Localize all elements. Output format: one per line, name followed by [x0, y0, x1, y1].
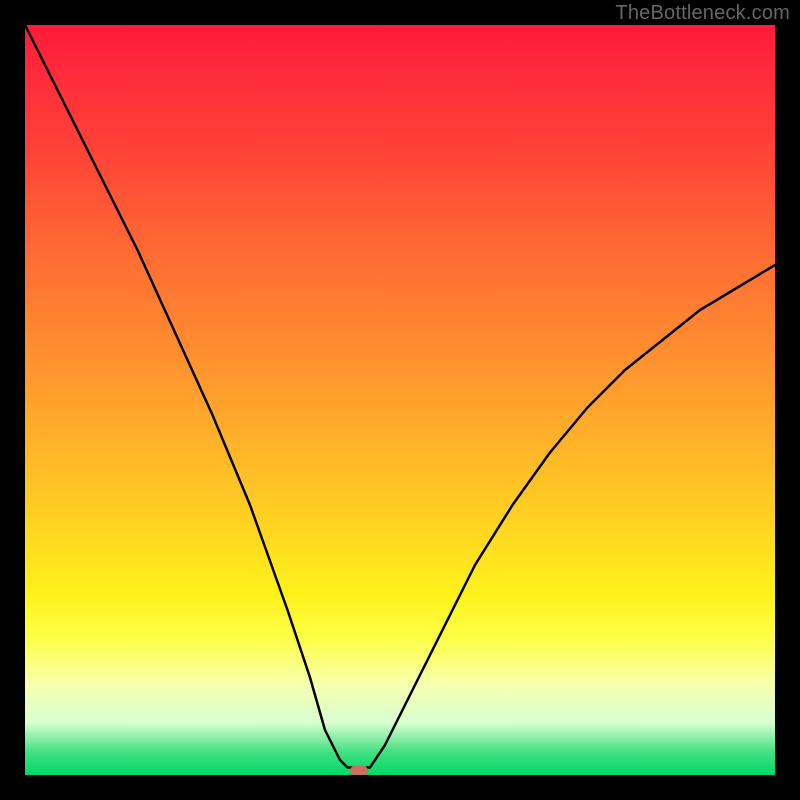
optimum-marker: [350, 766, 368, 775]
watermark-text: TheBottleneck.com: [615, 2, 790, 25]
plot-area: [25, 25, 775, 775]
chart-frame: TheBottleneck.com: [0, 0, 800, 800]
bottleneck-curve: [25, 25, 775, 775]
